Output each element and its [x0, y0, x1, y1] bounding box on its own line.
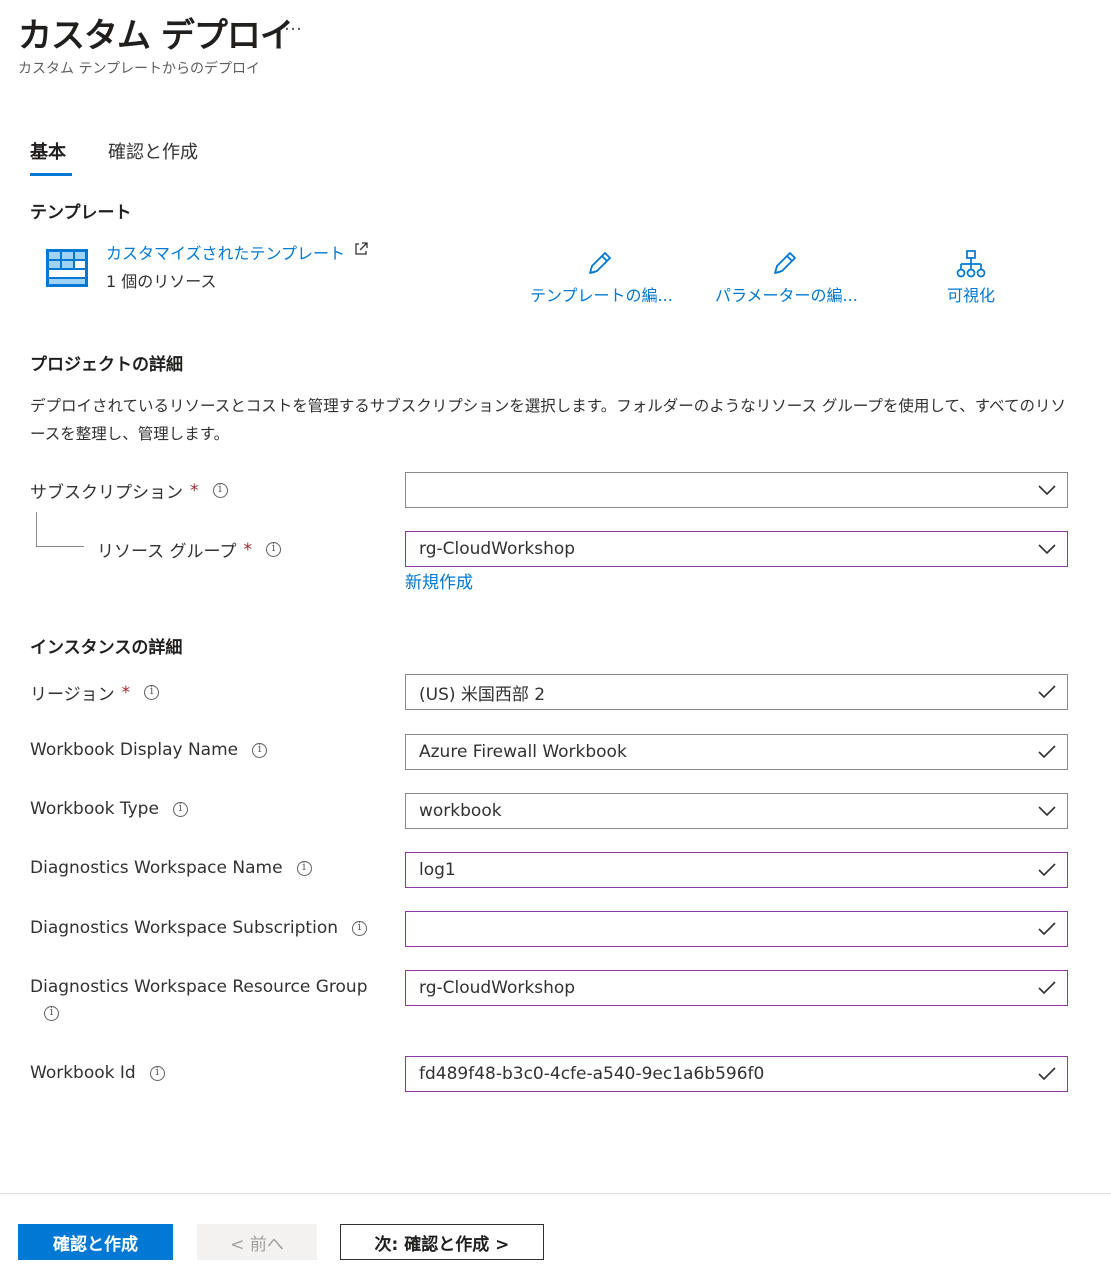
diagnostics-workspace-name-label-text: Diagnostics Workspace Name	[30, 858, 283, 878]
info-icon[interactable]	[266, 541, 282, 557]
region-label-text: リージョン	[30, 685, 115, 705]
create-new-link[interactable]: 新規作成	[405, 568, 473, 593]
template-heading: テンプレート	[30, 203, 132, 223]
workbook-type-value: workbook	[419, 801, 502, 821]
diagnostics-workspace-name-label: Diagnostics Workspace Name	[30, 858, 312, 878]
info-icon[interactable]	[352, 920, 368, 936]
resource-count: 1 個のリソース	[106, 272, 217, 291]
required-marker: *	[121, 682, 131, 703]
checkmark-icon	[1038, 922, 1056, 936]
checkmark-icon	[1038, 1067, 1056, 1081]
subscription-label: サブスクリプション *	[30, 478, 228, 503]
template-grid-icon	[46, 249, 88, 287]
info-icon[interactable]	[144, 684, 160, 700]
tree-connector-vertical	[36, 512, 37, 546]
workbook-display-name-label: Workbook Display Name	[30, 740, 268, 760]
more-options-button[interactable]: …	[284, 14, 303, 35]
workbook-display-name-input[interactable]: Azure Firewall Workbook	[405, 734, 1068, 770]
checkmark-icon	[1038, 685, 1056, 699]
diagnostics-workspace-resource-group-input[interactable]: rg-CloudWorkshop	[405, 970, 1068, 1006]
page-title: カスタム デプロイ	[18, 16, 294, 56]
tree-connector-horizontal	[36, 546, 84, 547]
edit-template-label: テンプレートの編...	[530, 286, 673, 305]
subscription-label-text: サブスクリプション	[30, 483, 183, 503]
diagnostics-workspace-resource-group-label-text: Diagnostics Workspace Resource Group	[30, 977, 368, 997]
checkmark-icon	[1038, 863, 1056, 877]
edit-parameters-label: パラメーターの編...	[715, 286, 858, 305]
visualize-label: 可視化	[946, 286, 995, 305]
hierarchy-icon	[956, 250, 986, 278]
previous-button[interactable]: < 前へ	[197, 1224, 317, 1260]
footer-divider	[0, 1193, 1111, 1194]
diagnostics-workspace-subscription-label-text: Diagnostics Workspace Subscription	[30, 918, 339, 938]
diagnostics-workspace-resource-group-label: Diagnostics Workspace Resource Group	[30, 977, 368, 997]
diagnostics-workspace-name-input[interactable]: log1	[405, 852, 1068, 888]
info-icon[interactable]	[296, 860, 312, 876]
resource-group-value: rg-CloudWorkshop	[419, 539, 576, 559]
required-marker: *	[243, 539, 253, 560]
workbook-display-name-value: Azure Firewall Workbook	[419, 742, 627, 762]
chevron-down-icon	[1038, 806, 1056, 817]
instance-details-heading: インスタンスの詳細	[30, 638, 183, 658]
diagnostics-workspace-subscription-input[interactable]	[405, 911, 1068, 947]
customized-template-link[interactable]: カスタマイズされたテンプレート	[106, 240, 369, 264]
edit-parameters-button[interactable]: パラメーターの編...	[715, 250, 858, 306]
chevron-down-icon	[1038, 544, 1056, 555]
workbook-display-name-label-text: Workbook Display Name	[30, 740, 239, 760]
workbook-id-label: Workbook Id	[30, 1063, 165, 1083]
required-marker: *	[190, 480, 199, 501]
pencil-icon	[774, 252, 796, 274]
region-dropdown[interactable]: (US) 米国西部 2	[405, 674, 1068, 710]
resource-group-label-text: リソース グループ	[97, 542, 237, 562]
tab-basics[interactable]: 基本	[30, 138, 66, 164]
resource-group-label: リソース グループ *	[97, 537, 282, 562]
customized-template-link-label: カスタマイズされたテンプレート	[106, 244, 346, 263]
visualize-button[interactable]: 可視化	[930, 250, 1012, 306]
workbook-type-label-text: Workbook Type	[30, 799, 159, 819]
workbook-id-value: fd489f48-b3c0-4cfe-a540-9ec1a6b596f0	[419, 1064, 765, 1084]
info-icon[interactable]	[149, 1065, 165, 1081]
region-label: リージョン *	[30, 680, 160, 705]
review-create-button[interactable]: 確認と作成	[18, 1224, 173, 1260]
info-icon[interactable]	[212, 482, 228, 498]
project-description: デプロイされているリソースとコストを管理するサブスクリプションを選択します。フォ…	[30, 397, 1066, 443]
diagnostics-workspace-resource-group-value: rg-CloudWorkshop	[419, 978, 576, 998]
subscription-dropdown[interactable]	[405, 472, 1068, 508]
external-link-icon	[355, 242, 368, 255]
edit-template-button[interactable]: テンプレートの編...	[530, 250, 673, 306]
page-subtitle: カスタム テンプレートからのデプロイ	[18, 61, 261, 77]
info-icon[interactable]	[44, 1005, 59, 1021]
diagnostics-workspace-name-value: log1	[419, 860, 456, 880]
info-icon[interactable]	[252, 742, 268, 758]
workbook-type-label: Workbook Type	[30, 799, 188, 819]
tab-review-create[interactable]: 確認と作成	[108, 138, 198, 164]
region-value: (US) 米国西部 2	[419, 684, 546, 705]
workbook-id-label-text: Workbook Id	[30, 1063, 136, 1083]
project-details-heading: プロジェクトの詳細	[30, 355, 183, 375]
next-review-create-button[interactable]: 次: 確認と作成 >	[340, 1224, 544, 1260]
diagnostics-workspace-subscription-label: Diagnostics Workspace Subscription	[30, 918, 368, 938]
checkmark-icon	[1038, 745, 1056, 759]
info-icon[interactable]	[172, 801, 188, 817]
chevron-down-icon	[1038, 485, 1056, 496]
active-tab-indicator	[30, 173, 72, 176]
pencil-icon	[589, 252, 611, 274]
checkmark-icon	[1038, 981, 1056, 995]
resource-group-dropdown[interactable]: rg-CloudWorkshop	[405, 531, 1068, 567]
workbook-type-dropdown[interactable]: workbook	[405, 793, 1068, 829]
workbook-id-input[interactable]: fd489f48-b3c0-4cfe-a540-9ec1a6b596f0	[405, 1056, 1068, 1092]
